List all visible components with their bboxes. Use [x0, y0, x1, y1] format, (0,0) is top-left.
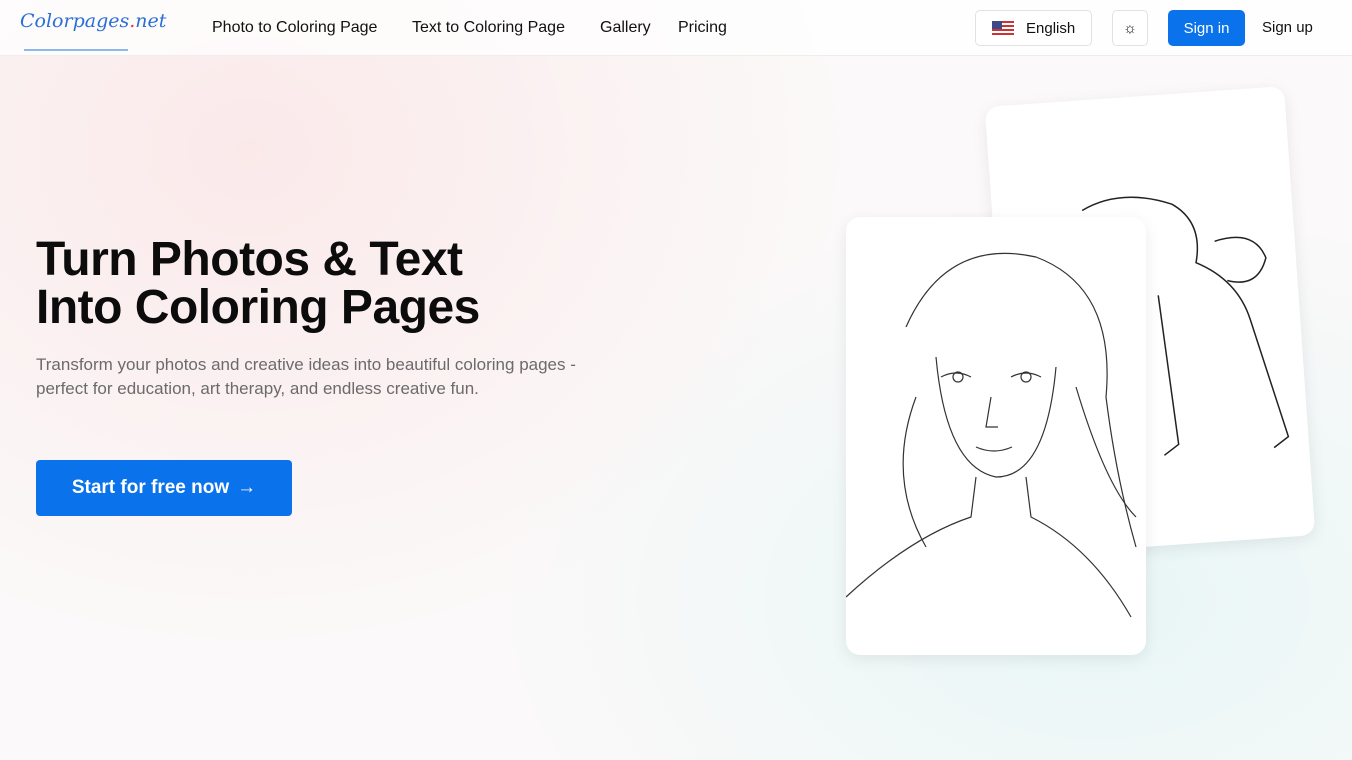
nav-pricing[interactable]: Pricing — [678, 19, 727, 37]
nav-photo-to-coloring[interactable]: Photo to Coloring Page — [212, 19, 377, 37]
logo-underline — [24, 49, 128, 51]
title-line-2: Into Coloring Pages — [36, 281, 480, 334]
nav-text-to-coloring[interactable]: Text to Coloring Page — [412, 19, 565, 37]
language-selector[interactable]: English — [975, 10, 1092, 46]
cta-label: Start for free now — [71, 477, 230, 498]
theme-toggle-button[interactable]: ☼ — [1112, 10, 1148, 46]
header: Colorpages.net Photo to Coloring Page Te… — [0, 0, 1352, 56]
sign-in-button[interactable]: Sign in — [1168, 10, 1245, 46]
sun-icon: ☼ — [1123, 19, 1137, 37]
portrait-sketch-image — [845, 252, 1137, 618]
nav-gallery[interactable]: Gallery — [600, 19, 651, 37]
hero-subtitle: Transform your photos and creative ideas… — [36, 355, 576, 398]
language-label: English — [1026, 19, 1076, 37]
logo[interactable]: Colorpages.net — [20, 10, 166, 32]
title-line-1: Turn Photos & Text — [36, 233, 463, 286]
hero-title: Turn Photos & Text Into Coloring Pages — [36, 236, 480, 332]
sign-up-link[interactable]: Sign up — [1262, 19, 1313, 36]
start-free-button[interactable]: Start for free now → — [36, 460, 292, 516]
portrait-coloring-sample — [845, 217, 1146, 655]
arrow-right-icon: → — [237, 477, 257, 498]
us-flag-icon — [992, 20, 1014, 36]
